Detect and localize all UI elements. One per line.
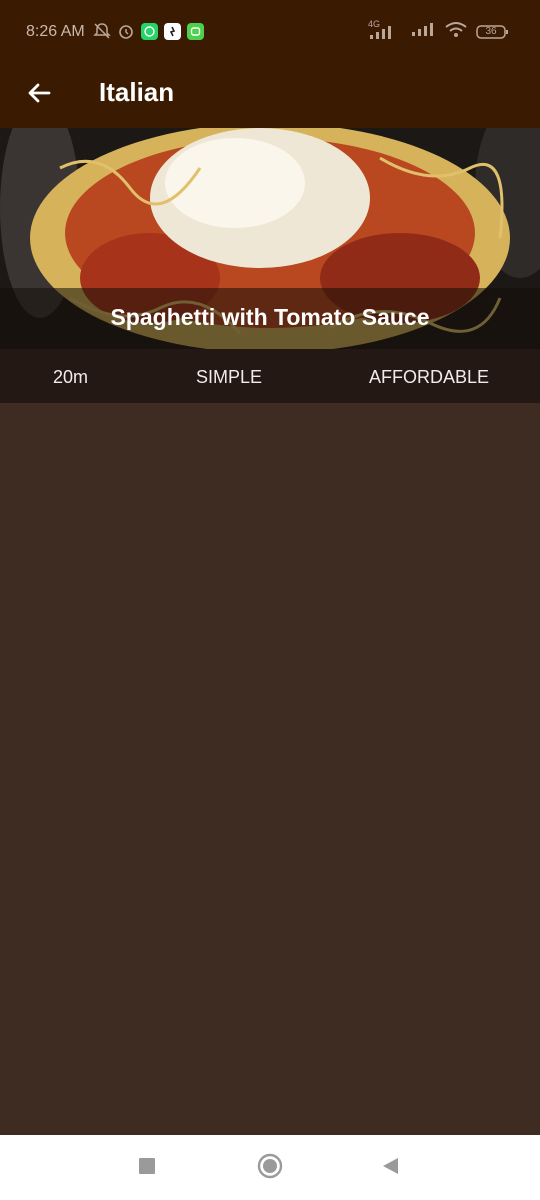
system-nav-bar [0, 1135, 540, 1200]
meal-card[interactable]: Spaghetti with Tomato Sauce [0, 128, 540, 349]
meal-title: Spaghetti with Tomato Sauce [110, 304, 430, 330]
wifi-icon [444, 20, 468, 43]
back-nav-button[interactable] [377, 1155, 403, 1181]
app-bar: Italian [0, 64, 540, 128]
home-button[interactable] [257, 1153, 283, 1184]
message-icon [187, 22, 204, 40]
square-icon [138, 1157, 156, 1180]
meal-duration: 20m [53, 367, 89, 387]
whatsapp-icon [141, 22, 158, 40]
meal-meta-bar: 20m SIMPLE AFFORDABLE [0, 349, 540, 403]
status-left-icons [93, 22, 204, 40]
recents-button[interactable] [134, 1155, 160, 1181]
status-bar: 8:26 AM 4G 36 [0, 0, 540, 64]
battery-icon: 36 [476, 24, 510, 40]
page-title: Italian [99, 77, 175, 107]
meal-affordability: AFFORDABLE [369, 367, 490, 387]
status-right-icons: 4G 36 [368, 19, 510, 43]
signal-icon [410, 20, 436, 43]
battery-level: 36 [485, 25, 497, 37]
bell-off-icon [93, 22, 111, 40]
arrow-left-icon [26, 81, 52, 110]
circle-icon [257, 1153, 283, 1184]
alarm-icon [117, 22, 135, 40]
back-button[interactable] [22, 78, 56, 112]
meal-complexity: SIMPLE [196, 367, 263, 387]
triangle-back-icon [380, 1156, 400, 1181]
status-time: 8:26 AM [26, 23, 85, 40]
signal-4g-icon: 4G [368, 19, 402, 41]
app-icon [164, 22, 181, 40]
